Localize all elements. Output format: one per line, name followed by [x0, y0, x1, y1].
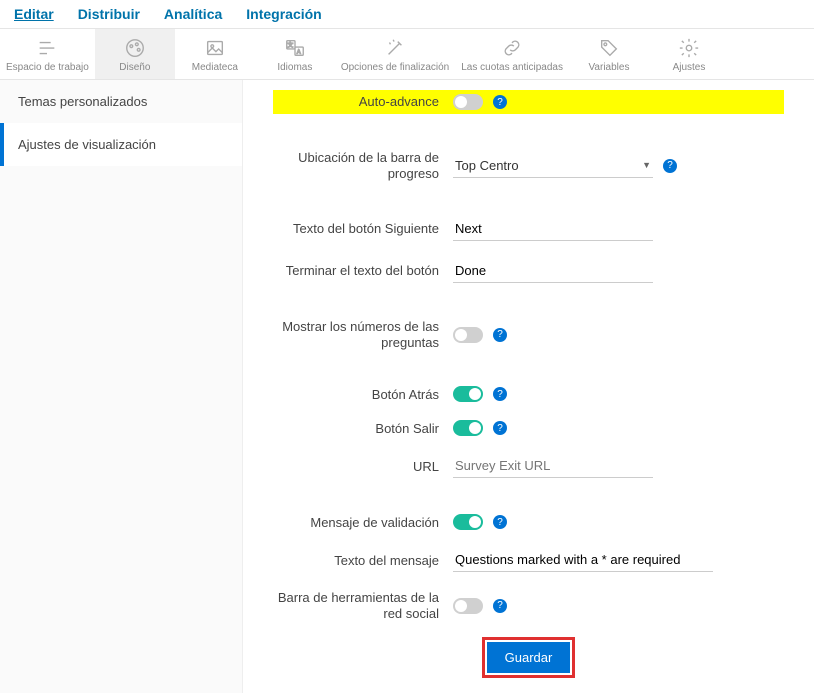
tool-completion[interactable]: Opciones de finalización: [335, 29, 455, 79]
tool-settings[interactable]: Ajustes: [649, 29, 729, 79]
exit-button-toggle[interactable]: [453, 420, 483, 436]
done-button-label: Terminar el texto del botón: [273, 263, 453, 279]
workspace-icon: [36, 37, 58, 59]
row-done-button: Terminar el texto del botón: [273, 259, 784, 283]
help-icon[interactable]: ?: [493, 421, 507, 435]
progress-bar-select[interactable]: Top Centro ▼: [453, 154, 653, 178]
exit-url-input[interactable]: [453, 454, 653, 478]
tab-distribute[interactable]: Distribuir: [78, 6, 140, 22]
msg-text-input[interactable]: [453, 548, 713, 572]
auto-advance-label: Auto-advance: [273, 94, 453, 110]
exit-url-label: URL: [273, 459, 453, 475]
help-icon[interactable]: ?: [493, 328, 507, 342]
settings-form: Auto-advance ? Ubicación de la barra de …: [243, 80, 814, 693]
row-social-bar: Barra de herramientas de la red social ?: [273, 590, 784, 621]
help-icon[interactable]: ?: [493, 95, 507, 109]
question-numbers-label: Mostrar los números de las preguntas: [273, 319, 453, 350]
row-msg-text: Texto del mensaje: [273, 548, 784, 572]
tool-languages[interactable]: 文A Idiomas: [255, 29, 335, 79]
progress-bar-label: Ubicación de la barra de progreso: [273, 150, 453, 181]
sidebar-item-themes[interactable]: Temas personalizados: [0, 80, 242, 123]
row-exit-button: Botón Salir ?: [273, 420, 784, 436]
chevron-down-icon: ▼: [642, 160, 651, 170]
social-bar-toggle[interactable]: [453, 598, 483, 614]
image-icon: [204, 37, 226, 59]
svg-text:文: 文: [288, 41, 294, 49]
tool-variables[interactable]: Variables: [569, 29, 649, 79]
translate-icon: 文A: [284, 37, 306, 59]
wand-icon: [384, 37, 406, 59]
help-icon[interactable]: ?: [493, 387, 507, 401]
back-button-label: Botón Atrás: [273, 387, 453, 403]
row-next-button: Texto del botón Siguiente: [273, 217, 784, 241]
sidebar: Temas personalizados Ajustes de visualiz…: [0, 80, 243, 693]
row-back-button: Botón Atrás ?: [273, 386, 784, 402]
tool-media[interactable]: Mediateca: [175, 29, 255, 79]
back-button-toggle[interactable]: [453, 386, 483, 402]
palette-icon: [124, 37, 146, 59]
social-bar-label: Barra de herramientas de la red social: [273, 590, 453, 621]
gear-icon: [678, 37, 700, 59]
next-button-input[interactable]: [453, 217, 653, 241]
help-icon[interactable]: ?: [493, 599, 507, 613]
help-icon[interactable]: ?: [493, 515, 507, 529]
tag-icon: [598, 37, 620, 59]
validation-msg-toggle[interactable]: [453, 514, 483, 530]
primary-tabs: Editar Distribuir Analítica Integración: [0, 0, 814, 29]
link-icon: [501, 37, 523, 59]
done-button-input[interactable]: [453, 259, 653, 283]
help-icon[interactable]: ?: [663, 159, 677, 173]
svg-text:A: A: [297, 50, 301, 56]
save-button[interactable]: Guardar: [487, 642, 571, 673]
tab-analytics[interactable]: Analítica: [164, 6, 222, 22]
tool-workspace[interactable]: Espacio de trabajo: [0, 29, 95, 79]
sidebar-item-display[interactable]: Ajustes de visualización: [0, 123, 242, 166]
row-exit-url: URL: [273, 454, 784, 478]
msg-text-label: Texto del mensaje: [273, 553, 453, 569]
tab-integration[interactable]: Integración: [246, 6, 321, 22]
tab-edit[interactable]: Editar: [14, 6, 54, 22]
tool-quotas[interactable]: Las cuotas anticipadas: [455, 29, 569, 79]
question-numbers-toggle[interactable]: [453, 327, 483, 343]
validation-msg-label: Mensaje de validación: [273, 515, 453, 531]
row-question-numbers: Mostrar los números de las preguntas ?: [273, 319, 784, 350]
toolbar: Espacio de trabajo Diseño Mediateca 文A I…: [0, 29, 814, 80]
row-validation-msg: Mensaje de validación ?: [273, 514, 784, 530]
exit-button-label: Botón Salir: [273, 421, 453, 437]
next-button-label: Texto del botón Siguiente: [273, 221, 453, 237]
tool-design[interactable]: Diseño: [95, 29, 175, 79]
row-auto-advance: Auto-advance ?: [273, 90, 784, 114]
auto-advance-toggle[interactable]: [453, 94, 483, 110]
row-progress-bar: Ubicación de la barra de progreso Top Ce…: [273, 150, 784, 181]
